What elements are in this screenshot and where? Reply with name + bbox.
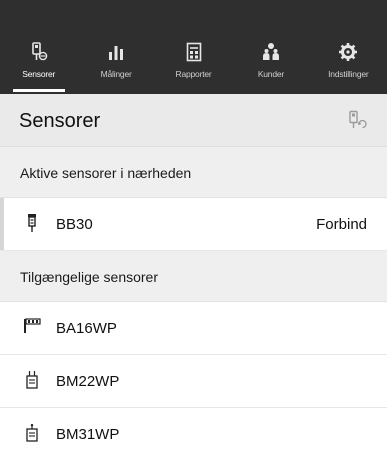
- sensor-name: BM31WP: [56, 426, 120, 443]
- tab-label: Rapporter: [175, 69, 212, 79]
- sensor-row-bb30[interactable]: BB30 Forbind: [0, 198, 387, 251]
- comb-sensor-icon: [24, 318, 41, 333]
- sensor-name: BB30: [56, 216, 93, 233]
- sensor-row-bm22wp[interactable]: BM22WP: [0, 355, 387, 408]
- page-header: Sensorer: [0, 94, 387, 147]
- available-sensors-header: Tilgængelige sensorer: [0, 251, 387, 302]
- bar-chart-icon: [109, 46, 124, 60]
- tab-label: Målinger: [100, 69, 132, 79]
- tab-kunder[interactable]: Kunder: [232, 41, 309, 91]
- twin-pin-sensor-icon: [26, 371, 38, 389]
- row-accent: [0, 198, 4, 250]
- page-title: Sensorer: [19, 110, 101, 132]
- active-sensors-header: Aktive sensorer i nærheden: [0, 147, 387, 198]
- sensor-refresh-icon[interactable]: [347, 110, 367, 130]
- connect-button[interactable]: Forbind: [316, 216, 367, 233]
- sensor-pen-icon: [31, 42, 48, 61]
- report-icon: [186, 42, 201, 62]
- sensor-name: BM22WP: [56, 373, 120, 390]
- tab-label: Indstillinger: [328, 69, 369, 79]
- tab-label: Kunder: [257, 69, 285, 79]
- tab-label: Sensorer: [22, 69, 56, 79]
- gear-icon: [339, 43, 358, 61]
- tab-sensorer[interactable]: Sensorer: [0, 41, 77, 91]
- section-title: Tilgængelige sensorer: [20, 269, 158, 285]
- sensor-row-ba16wp[interactable]: BA16WP: [0, 302, 387, 355]
- tab-rapporter[interactable]: Rapporter: [155, 41, 232, 91]
- sensor-name: BA16WP: [56, 320, 117, 337]
- section-title: Aktive sensorer i nærheden: [20, 165, 192, 181]
- tab-indstillinger[interactable]: Indstillinger: [310, 41, 387, 91]
- tab-bar: Sensorer Målinger Rapporter Kunder Indst…: [0, 41, 387, 91]
- top-navigation-bar: Sensorer Målinger Rapporter Kunder Indst…: [0, 0, 387, 94]
- single-pin-sensor-icon: [26, 424, 38, 442]
- customers-icon: [262, 43, 279, 60]
- probe-icon: [28, 214, 36, 232]
- active-tab-indicator: [13, 89, 65, 92]
- tab-malinger[interactable]: Målinger: [77, 41, 154, 91]
- sensor-row-bm31wp[interactable]: BM31WP: [0, 408, 387, 460]
